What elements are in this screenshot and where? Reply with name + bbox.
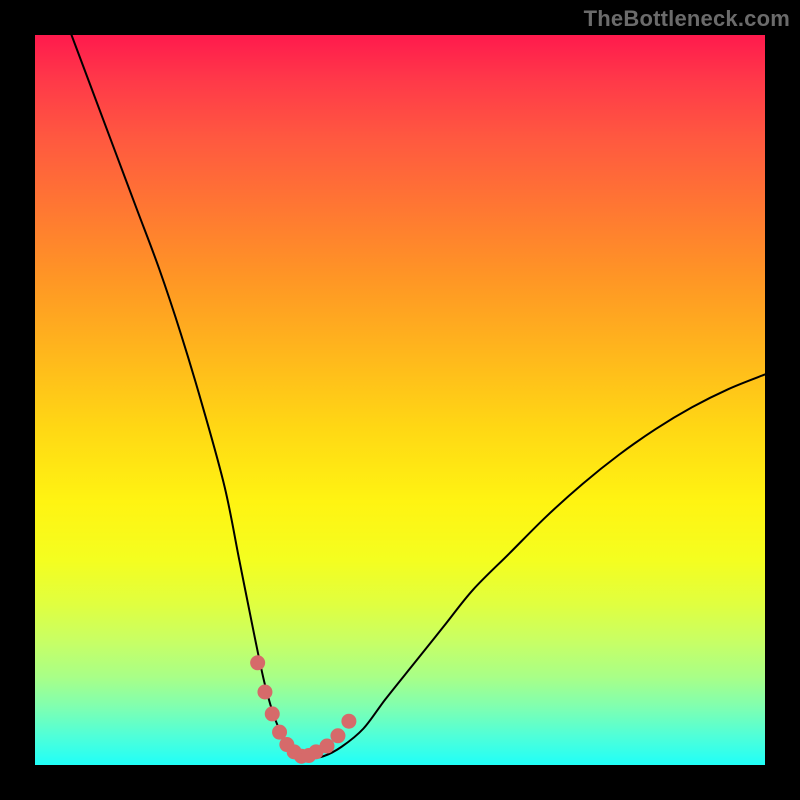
optimal-dot bbox=[341, 714, 356, 729]
bottleneck-curve bbox=[72, 35, 766, 758]
optimal-dot bbox=[320, 739, 335, 754]
optimal-dot bbox=[330, 728, 345, 743]
watermark-text: TheBottleneck.com bbox=[584, 6, 790, 32]
optimal-dot bbox=[257, 685, 272, 700]
bottleneck-plot bbox=[35, 35, 765, 765]
curve-layer bbox=[35, 35, 765, 765]
optimal-dot bbox=[265, 706, 280, 721]
optimal-dot bbox=[250, 655, 265, 670]
